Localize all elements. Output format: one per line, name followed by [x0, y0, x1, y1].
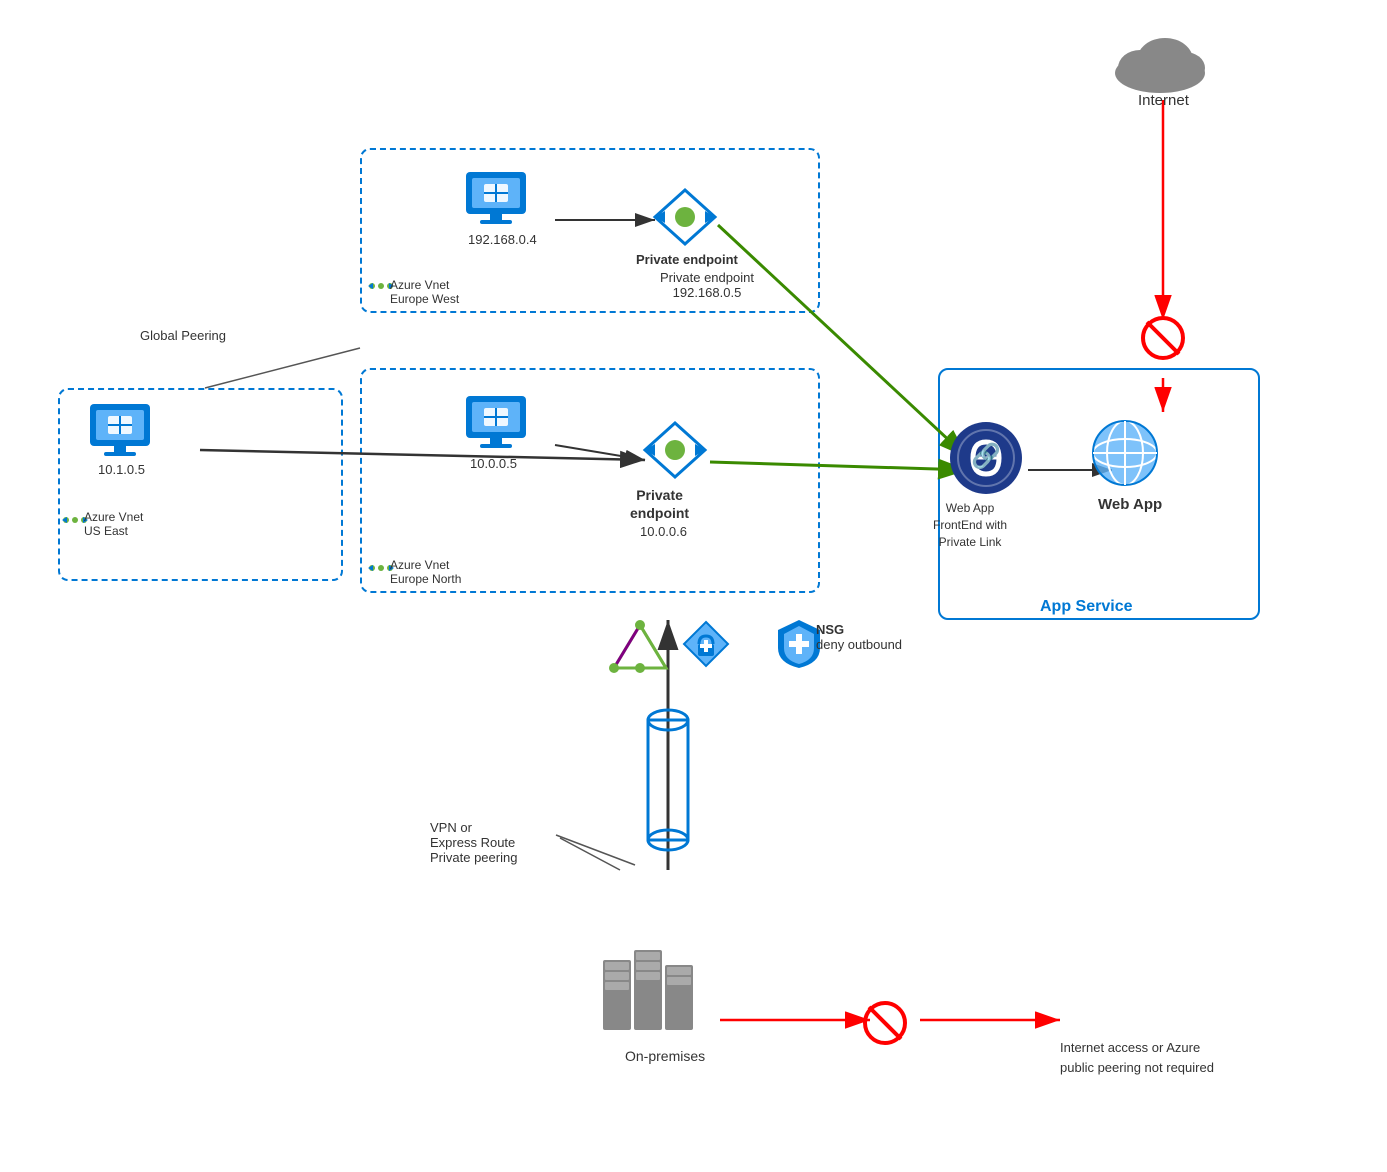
vpn-gateway-icon: [608, 620, 673, 680]
vpn-cylinder-icon: [640, 690, 696, 875]
private-endpoint-en-icon: [640, 418, 710, 488]
no-symbol-onprem: [862, 1000, 908, 1046]
vnet-europe-north-box: [360, 368, 820, 593]
diagram-container: Internet 192.168.0.4: [0, 0, 1387, 1172]
internet-note-label: Internet access or Azurepublic peering n…: [1060, 1038, 1214, 1077]
webapp-frontend-icon: 🔗: [948, 420, 1024, 501]
webapp-icon: [1085, 418, 1165, 498]
on-premises-icon: [598, 940, 698, 1045]
vnet-en-icon: [368, 558, 394, 583]
nsg-icon: [776, 618, 822, 675]
lock-gateway-icon: [680, 618, 732, 678]
global-peering-label: Global Peering: [140, 328, 226, 343]
on-premises-label: On-premises: [625, 1048, 705, 1064]
vnet-europe-west-box: [360, 148, 820, 313]
nsg-label: NSGdeny outbound: [816, 622, 902, 652]
no-symbol-internet: [1140, 315, 1186, 361]
vnet-ew-icon: [368, 276, 394, 301]
vnet-us-icon: [62, 510, 88, 535]
vm-us-east-icon: [86, 400, 154, 465]
internet-cloud-icon: [1110, 18, 1210, 98]
private-endpoint-ew-icon: [650, 185, 720, 255]
vm-europe-west-icon: [462, 168, 530, 233]
svg-text:🔗: 🔗: [971, 441, 1001, 470]
vm-europe-north-icon: [462, 392, 530, 457]
vpn-label: VPN orExpress RoutePrivate peering: [430, 820, 517, 865]
